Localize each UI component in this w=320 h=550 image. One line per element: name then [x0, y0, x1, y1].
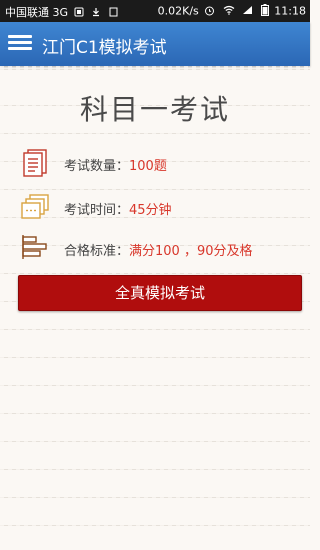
status-left: 中国联通 3G: [5, 4, 120, 20]
carrier-text: 中国联通 3G: [5, 6, 69, 19]
status-right: 0.02K/s 11:18: [158, 4, 306, 19]
signal-icon: [242, 5, 253, 18]
hamburger-menu-icon[interactable]: [8, 32, 32, 56]
info-row-pass-standard: 合格标准：满分100 ，90分及格: [20, 232, 300, 262]
page-title: 江门C1模拟考试: [42, 38, 167, 58]
start-mock-exam-button[interactable]: 全真模拟考试: [18, 275, 302, 311]
document-list-icon: [20, 147, 50, 177]
question-count-value: 100题: [129, 159, 167, 174]
phone-icon: [74, 7, 84, 20]
pass-standard-label: 合格标准：: [64, 244, 130, 259]
clock-time: 11:18: [274, 4, 306, 18]
stacked-sheets-icon: [20, 191, 50, 221]
wifi-icon: [223, 5, 235, 18]
exam-time-label: 考试时间：: [64, 203, 130, 218]
info-row-exam-time: 考试时间：45分钟: [20, 191, 300, 221]
download-icon: [91, 7, 101, 20]
info-row-question-count: 考试数量：100题: [20, 147, 300, 177]
exam-heading: 科目一考试: [79, 93, 230, 126]
pass-standard-value: 满分100 ，90分及格: [129, 244, 253, 259]
network-speed: 0.02K/s: [157, 4, 199, 18]
alarm-icon: [204, 5, 215, 19]
bars-icon: [20, 232, 50, 262]
exam-time-value: 45分钟: [129, 203, 172, 218]
sim-icon: [109, 7, 118, 20]
battery-icon: [260, 4, 269, 19]
question-count-label: 考试数量：: [64, 159, 130, 174]
app-title-bar: 江门C1模拟考试: [0, 22, 310, 66]
status-bar: 中国联通 3G 0.02K/s 11:18: [0, 0, 310, 22]
